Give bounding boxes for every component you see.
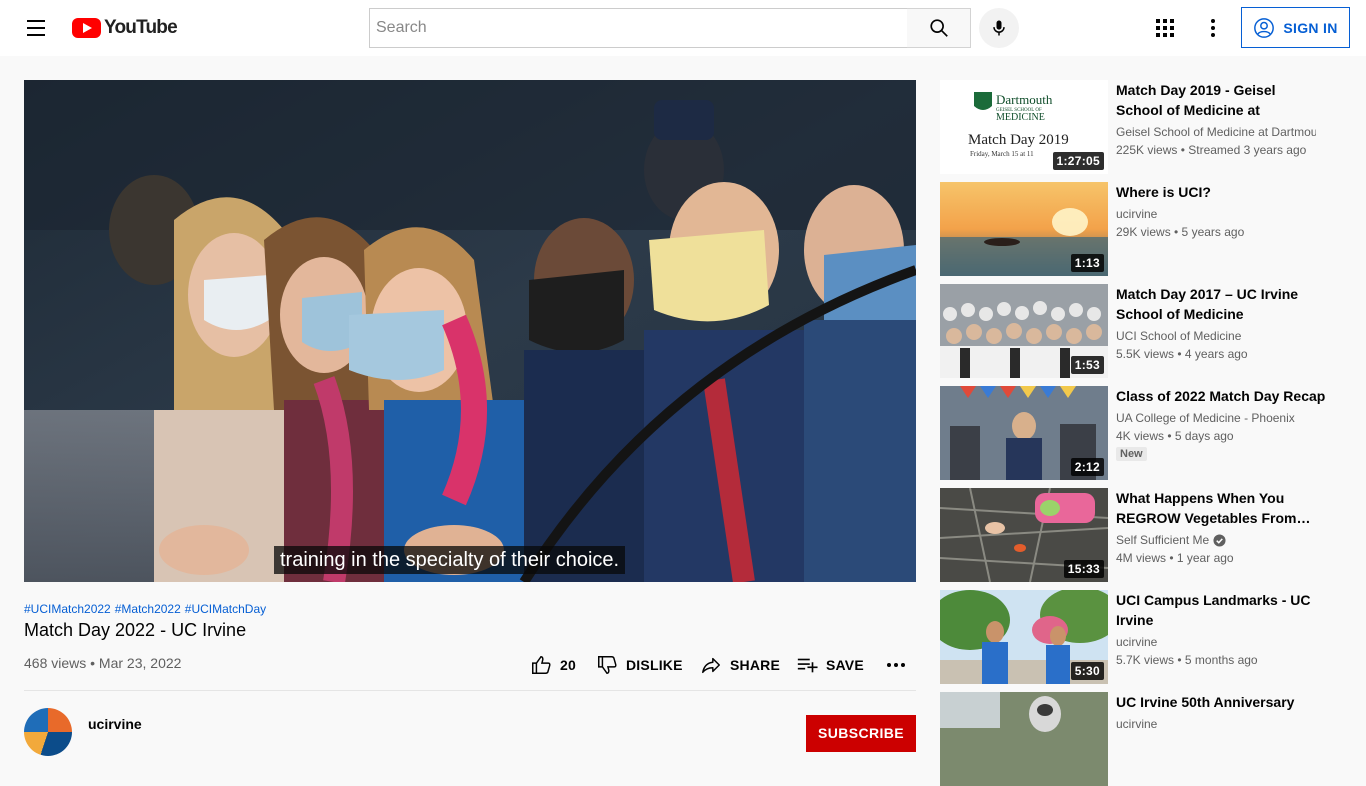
dislike-button[interactable]: DISLIKE: [596, 650, 683, 680]
like-count: 20: [560, 657, 576, 673]
channel-avatar[interactable]: [24, 708, 72, 756]
video-duration: 1:53: [1070, 356, 1104, 374]
search-input[interactable]: [370, 9, 907, 47]
recommended-video[interactable]: 5:30 UCI Campus Landmarks - UC Irvine uc…: [940, 590, 1342, 684]
recommended-video-meta: 5.5K views • 4 years ago: [1116, 347, 1248, 361]
video-thumbnail: 2:12: [940, 386, 1108, 480]
sign-in-label: SIGN IN: [1283, 19, 1338, 36]
share-label: SHARE: [730, 657, 781, 673]
recommended-video[interactable]: Dartmouth GEISEL SCHOOL OF MEDICINE Matc…: [940, 80, 1342, 174]
recommended-video[interactable]: 1:53 Match Day 2017 – UC Irvine School o…: [940, 284, 1342, 378]
dislike-label: DISLIKE: [626, 657, 683, 673]
recommended-video-title: UCI Campus Landmarks - UC Irvine: [1116, 592, 1311, 628]
more-actions-button[interactable]: [886, 650, 906, 680]
video-duration: 1:13: [1070, 254, 1104, 272]
thumbs-down-icon: [598, 656, 617, 674]
channel-name[interactable]: ucirvine: [88, 716, 142, 732]
thumbnail-image: [940, 692, 1108, 786]
voice-search-button[interactable]: [979, 8, 1019, 48]
thumb-text: Friday, March 15 at 11: [970, 150, 1034, 158]
verified-check-icon: [1213, 533, 1226, 547]
youtube-play-logo-icon: [72, 18, 101, 38]
playlist-add-icon: [797, 658, 818, 673]
recommended-video-title: UC Irvine 50th Anniversary: [1116, 694, 1295, 710]
more-horizontal-icon: [887, 663, 905, 667]
apps-grid-icon: [1156, 19, 1174, 37]
video-thumbnail: 1:13: [940, 182, 1108, 276]
video-duration: 15:33: [1063, 560, 1104, 578]
video-duration: 5:30: [1070, 662, 1104, 680]
meta-divider: [24, 690, 916, 691]
video-duration: 1:27:05: [1052, 152, 1104, 170]
thumbs-up-icon: [532, 656, 551, 674]
save-label: SAVE: [826, 657, 864, 673]
recommended-video-title: Class of 2022 Match Day Recap: [1116, 388, 1326, 404]
search-button[interactable]: [907, 8, 971, 48]
microphone-icon: [993, 20, 1005, 36]
recommended-video[interactable]: 1:13 Where is UCI? ucirvine 29K views • …: [940, 182, 1342, 276]
recommended-video-meta: 4K views • 5 days ago: [1116, 429, 1234, 443]
thumb-text: MEDICINE: [996, 112, 1045, 123]
settings-more-button[interactable]: [1201, 16, 1225, 40]
account-icon: [1254, 17, 1275, 38]
recommended-video-meta: 225K views • Streamed 3 years ago: [1116, 143, 1307, 157]
recommended-video-meta: 4M views • 1 year ago: [1116, 551, 1234, 565]
sign-in-button[interactable]: SIGN IN: [1241, 7, 1350, 48]
hashtag-link[interactable]: #Match2022: [115, 602, 181, 616]
video-title: Match Day 2022 - UC Irvine: [24, 620, 247, 640]
video-thumbnail: 15:33: [940, 488, 1108, 582]
thumb-text: Match Day 2019: [968, 132, 1069, 148]
youtube-logo[interactable]: YouTube: [72, 17, 178, 39]
hashtag-link[interactable]: #UCIMatch2022: [24, 602, 111, 616]
video-thumbnail: [940, 692, 1108, 786]
recommended-video[interactable]: UC Irvine 50th Anniversary ucirvine: [940, 692, 1342, 786]
recommended-channel: Self Sufficient Me: [1116, 533, 1316, 547]
hashtag-link[interactable]: #UCIMatchDay: [185, 602, 266, 616]
recommended-video[interactable]: 15:33 What Happens When You REGROW Veget…: [940, 488, 1342, 582]
video-duration: 2:12: [1070, 458, 1104, 476]
new-badge: New: [1116, 447, 1147, 461]
recommended-channel-name: UCI School of Medicine: [1116, 329, 1242, 343]
logo-text: YouTube: [104, 17, 178, 38]
apps-button[interactable]: [1153, 16, 1177, 40]
thumb-text: Dartmouth: [996, 92, 1053, 107]
share-icon: [702, 657, 720, 674]
video-thumbnail: 1:53: [940, 284, 1108, 378]
save-button[interactable]: SAVE: [796, 650, 864, 680]
search-box: [369, 8, 908, 48]
subtitle-caption: training in the specialty of their choic…: [274, 546, 626, 574]
recommended-video-meta: 5.7K views • 5 months ago: [1116, 653, 1258, 667]
subscribe-label: SUBSCRIBE: [817, 725, 905, 741]
video-view-count-date: 468 views • Mar 23, 2022: [24, 655, 182, 671]
recommended-video[interactable]: 2:12 Class of 2022 Match Day Recap UA Co…: [940, 386, 1342, 480]
more-vertical-icon: [1211, 19, 1215, 37]
menu-icon[interactable]: [24, 16, 48, 40]
recommended-channel-name: UA College of Medicine - Phoenix: [1116, 411, 1295, 425]
recommended-video-title: Match Day 2019 - Geisel School of Medici…: [1116, 82, 1276, 118]
masthead: YouTube SIGN IN: [0, 0, 1366, 56]
share-button[interactable]: SHARE: [700, 650, 780, 680]
recommended-channel-name: ucirvine: [1116, 717, 1158, 731]
subscribe-button[interactable]: SUBSCRIBE: [806, 715, 916, 752]
video-player[interactable]: training in the specialty of their choic…: [24, 80, 916, 582]
hashtag-list: #UCIMatch2022 #Match2022 #UCIMatchDay: [24, 602, 266, 616]
recommended-video-title: Match Day 2017 – UC Irvine School of Med…: [1116, 286, 1299, 322]
recommended-video-title: What Happens When You REGROW Vegetables …: [1116, 490, 1311, 526]
recommended-channel-name: Geisel School of Medicine at Dartmouth: [1116, 125, 1316, 139]
like-button[interactable]: 20: [530, 650, 576, 680]
search-icon: [929, 19, 948, 37]
recommended-channel-name: ucirvine: [1116, 207, 1158, 221]
video-thumbnail: 5:30: [940, 590, 1108, 684]
video-thumbnail: Dartmouth GEISEL SCHOOL OF MEDICINE Matc…: [940, 80, 1108, 174]
video-frame: [24, 80, 916, 582]
recommended-channel-name: Self Sufficient Me: [1116, 533, 1210, 547]
recommended-video-title: Where is UCI?: [1116, 184, 1211, 200]
recommended-video-meta: 29K views • 5 years ago: [1116, 225, 1245, 239]
recommended-channel-name: ucirvine: [1116, 635, 1158, 649]
